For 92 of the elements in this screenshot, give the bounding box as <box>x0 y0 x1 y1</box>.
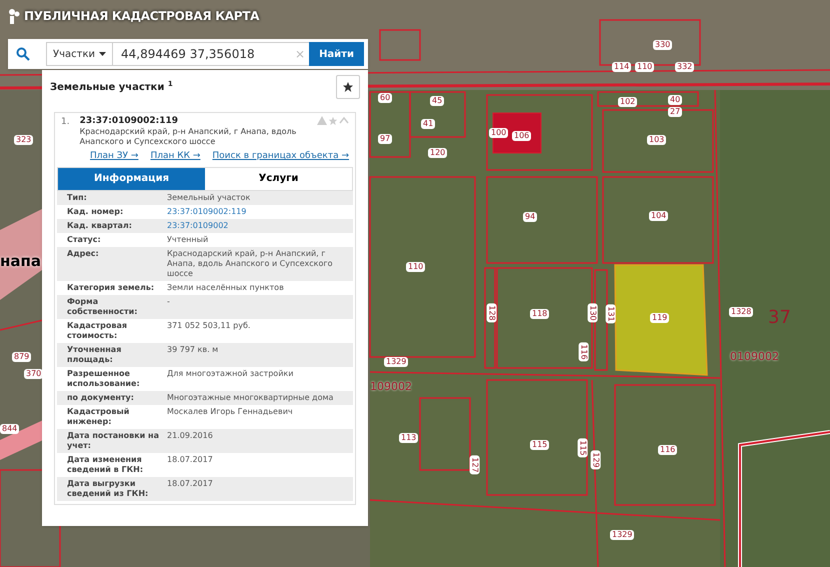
field-value: Многоэтажные многоквартирные дома <box>167 392 334 402</box>
parcel-number: 129 <box>590 450 601 470</box>
field-label: Форма собственности: <box>67 296 138 316</box>
parcel-number: 1329 <box>384 357 408 367</box>
parcel-number: 94 <box>523 212 538 222</box>
district-number: 37 <box>768 308 791 328</box>
parcel-number: 100 <box>489 128 508 138</box>
field-value: - <box>167 296 171 308</box>
parcel-number: 102 <box>618 97 638 107</box>
logo-icon <box>8 8 20 24</box>
field-value: Земли населённых пунктов <box>167 282 285 292</box>
parcel-number: 115 <box>530 440 550 450</box>
parcel-number: 115 <box>578 438 588 458</box>
field-value: Земельный участок <box>167 192 252 202</box>
field-value: 21.09.2016 <box>167 430 214 442</box>
parcel-number: 106 <box>512 131 532 141</box>
field-value[interactable]: 23:37:0109002 <box>167 220 343 230</box>
category-dropdown[interactable]: Участки <box>46 42 113 66</box>
parcel-number: 97 <box>378 134 392 144</box>
chevron-up-icon[interactable] <box>339 116 349 124</box>
parcel-number: 116 <box>578 342 589 362</box>
field-value: 371 052 503,11 руб. <box>167 320 252 332</box>
field-label: Категория земель: <box>67 282 156 292</box>
field-label: Разрешенное использование: <box>67 368 141 388</box>
parcel-number: 60 <box>378 93 392 103</box>
field-value: 39 797 кв. м <box>167 344 220 356</box>
result-index: 1. <box>61 116 70 129</box>
favorite-button[interactable] <box>336 75 360 99</box>
parcel-number: 110 <box>635 62 654 72</box>
parcel-number: 118 <box>530 309 550 319</box>
cadastral-number[interactable]: 23:37:0109002:119 <box>80 116 307 127</box>
find-button[interactable]: Найти <box>309 42 364 66</box>
coordinates-field[interactable]: 44,894469 37,356018 <box>113 42 291 66</box>
parcel-number: 27 <box>668 107 682 117</box>
field-label: Дата выгрузки сведений из ГКН: <box>67 478 150 498</box>
field-label: Уточненная площадь: <box>67 344 122 364</box>
results-title: Земельные участки $^{1}$ <box>50 80 173 94</box>
map-link[interactable]: Поиск в границах объекта → <box>212 150 350 164</box>
field-label: Дата постановки на учет: <box>67 430 160 450</box>
parcel-number: 131 <box>606 304 616 324</box>
panel-tab[interactable]: Информация <box>58 168 205 190</box>
parcel-number: 120 <box>428 148 448 158</box>
parcel-number: 103 <box>647 135 666 145</box>
parcel-number: 844 <box>0 424 20 434</box>
field-label: Статус: <box>67 234 102 244</box>
parcel-number: 119 <box>650 313 670 323</box>
parcel-number: 879 <box>12 352 32 362</box>
parcel-number: 370 <box>24 369 44 379</box>
field-label: Кад. квартал: <box>67 220 133 230</box>
parcel-number: 332 <box>675 62 694 72</box>
field-value: 18.07.2017 <box>167 478 214 490</box>
search-icon[interactable] <box>16 47 30 61</box>
parcel-number: 127 <box>470 455 480 475</box>
warning-icon[interactable] <box>317 116 327 125</box>
field-value: Москалев Игорь Геннадьевич <box>167 406 294 418</box>
field-label: Адрес: <box>67 248 100 260</box>
field-label: Кадастровая стоимость: <box>67 320 128 340</box>
parcel-number: 41 <box>421 119 436 129</box>
parcel-number: 128 <box>486 303 497 323</box>
parcel-number: 130 <box>588 303 598 323</box>
field-value: Для многоэтажной застройки <box>167 368 294 380</box>
field-label: Кадастровый инженер: <box>67 406 130 426</box>
quarter-number: 109002 <box>370 381 412 393</box>
parcel-number: 104 <box>649 211 668 221</box>
map-link[interactable]: План ЗУ → <box>90 150 138 164</box>
field-value: Краснодарский край, р-н Анапский, г Анапа, вдоль Анапского и Супсехского шоссе <box>167 248 334 278</box>
parcel-number: 114 <box>612 62 632 72</box>
caret-icon <box>99 52 106 56</box>
star-icon <box>342 81 354 93</box>
field-label: Дата изменения сведений в ГКН: <box>67 454 144 474</box>
field-label: Кад. номер: <box>67 206 124 216</box>
app-title: ПУБЛИЧНАЯ КАДАСТРОВАЯ КАРТА <box>24 8 260 25</box>
parcel-number: 45 <box>430 96 444 106</box>
star-icon[interactable] <box>328 116 338 126</box>
result-address: Краснодарский край, р-н Анапский, г Анапа, вдоль Анапского и Супсехского шоссе <box>80 127 298 147</box>
parcel-number: 330 <box>653 40 672 50</box>
quarter-number: 0109002 <box>730 351 779 363</box>
field-label: Тип: <box>67 192 88 202</box>
field-value[interactable]: 23:37:0109002:119 <box>167 206 343 216</box>
parcel-number: 40 <box>668 95 682 105</box>
field-value: 18.07.2017 <box>167 454 214 466</box>
parcel-number: 116 <box>658 445 678 455</box>
parcel-number: 1328 <box>729 307 754 317</box>
map-link[interactable]: План КК → <box>150 150 200 164</box>
parcel-number: 110 <box>406 262 426 272</box>
city-name: напа <box>0 252 41 270</box>
parcel-number: 113 <box>399 433 418 443</box>
search-bar[interactable]: Участки 44,894469 37,356018 × Найти <box>8 39 368 69</box>
field-label: по документу: <box>67 392 135 402</box>
field-value: Учтенный <box>167 234 210 244</box>
parcel-number: 323 <box>14 135 34 145</box>
parcel-number: 1329 <box>610 530 634 540</box>
